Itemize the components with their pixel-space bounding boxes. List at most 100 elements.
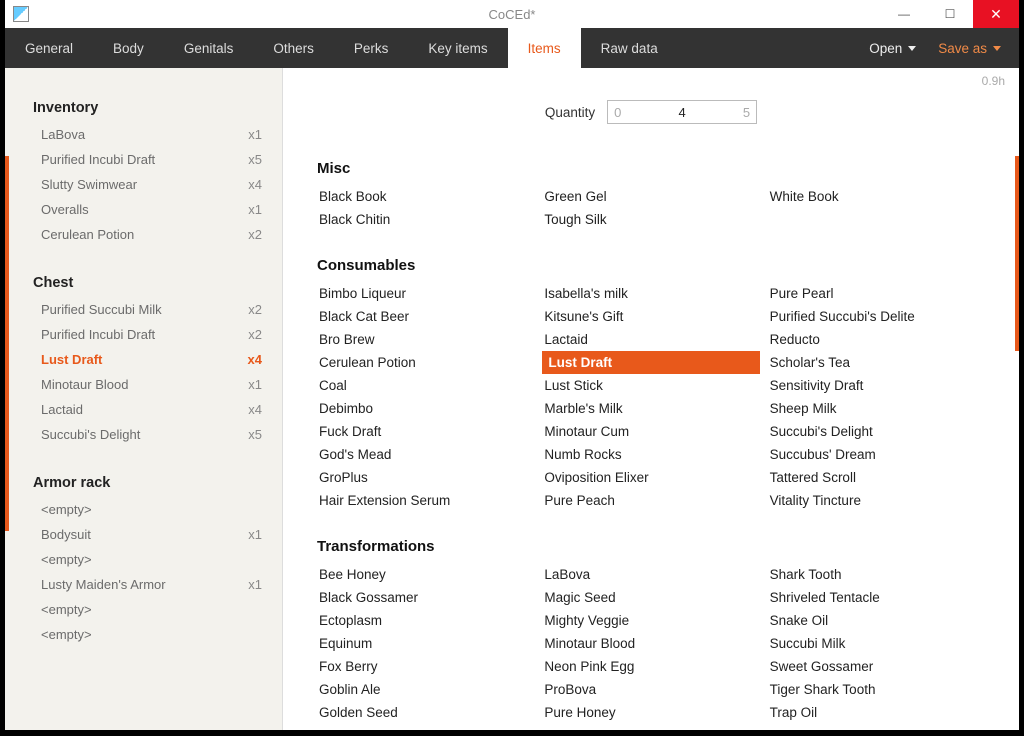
tab-general[interactable]: General — [5, 28, 93, 68]
sidebar-item[interactable]: Minotaur Bloodx1 — [5, 372, 282, 397]
item-option[interactable]: Succubi Milk — [768, 632, 985, 655]
tab-key-items[interactable]: Key items — [408, 28, 507, 68]
item-option[interactable]: Equinum — [317, 632, 534, 655]
item-option[interactable]: Lust Draft — [542, 351, 759, 374]
item-option[interactable]: Lactaid — [542, 328, 759, 351]
item-option[interactable]: Pure Peach — [542, 489, 759, 512]
item-option[interactable]: Black Cat Beer — [317, 305, 534, 328]
item-option[interactable]: Succubus' Dream — [768, 443, 985, 466]
sidebar-item[interactable]: <empty> — [5, 497, 282, 522]
item-option[interactable]: Hair Extension Serum — [317, 489, 534, 512]
quantity-label: Quantity — [545, 105, 595, 120]
window-title: CoCEd* — [5, 7, 1019, 22]
sidebar-item-label: Cerulean Potion — [41, 227, 134, 242]
item-option[interactable]: Goblin Ale — [317, 678, 534, 701]
sidebar-item[interactable]: LaBova x1 — [5, 122, 282, 147]
item-option[interactable]: Neon Pink Egg — [542, 655, 759, 678]
item-option[interactable]: Debimbo — [317, 397, 534, 420]
sidebar-item[interactable]: Bodysuitx1 — [5, 522, 282, 547]
item-option[interactable]: Purified Succubi's Delite — [768, 305, 985, 328]
item-option[interactable]: Sensitivity Draft — [768, 374, 985, 397]
item-option[interactable]: Scholar's Tea — [768, 351, 985, 374]
item-option[interactable]: Sweet Gossamer — [768, 655, 985, 678]
item-option[interactable]: Sheep Milk — [768, 397, 985, 420]
item-option[interactable]: Bimbo Liqueur — [317, 282, 534, 305]
item-option[interactable]: Green Gel — [542, 185, 759, 208]
open-menu[interactable]: Open — [869, 41, 916, 56]
sidebar-item[interactable]: Lactaidx4 — [5, 397, 282, 422]
item-option[interactable]: Cerulean Potion — [317, 351, 534, 374]
sidebar-section-inventory: Inventory — [5, 94, 282, 122]
item-option[interactable]: Black Gossamer — [317, 586, 534, 609]
item-option[interactable]: Minotaur Blood — [542, 632, 759, 655]
item-option[interactable]: Lust Stick — [542, 374, 759, 397]
sidebar-item[interactable]: Purified Incubi Draftx2 — [5, 322, 282, 347]
item-option[interactable]: Magic Seed — [542, 586, 759, 609]
sidebar-item[interactable]: <empty> — [5, 622, 282, 647]
item-option[interactable]: Succubi's Delight — [768, 420, 985, 443]
tab-items[interactable]: Items — [508, 28, 581, 68]
item-option[interactable]: Minotaur Cum — [542, 420, 759, 443]
item-option[interactable]: Snake Oil — [768, 609, 985, 632]
item-option[interactable]: Shriveled Tentacle — [768, 586, 985, 609]
sidebar-item[interactable]: Succubi's Delightx5 — [5, 422, 282, 447]
tab-perks[interactable]: Perks — [334, 28, 409, 68]
item-option[interactable]: LaBova — [542, 563, 759, 586]
sidebar-item-qty: x4 — [248, 177, 262, 192]
item-option[interactable]: Tiger Shark Tooth — [768, 678, 985, 701]
item-option[interactable]: God's Mead — [317, 443, 534, 466]
item-option[interactable]: Fuck Draft — [317, 420, 534, 443]
item-option[interactable]: Trap Oil — [768, 701, 985, 724]
sidebar-item[interactable]: Cerulean Potionx2 — [5, 222, 282, 247]
item-option[interactable]: Bro Brew — [317, 328, 534, 351]
sidebar-item[interactable]: Purified Succubi Milkx2 — [5, 297, 282, 322]
item-option[interactable]: Golden Seed — [317, 701, 534, 724]
sidebar-item-qty: x1 — [248, 127, 262, 142]
maximize-button[interactable]: ☐ — [927, 0, 973, 28]
item-option[interactable]: Coal — [317, 374, 534, 397]
item-option[interactable]: Mighty Veggie — [542, 609, 759, 632]
saveas-menu[interactable]: Save as — [938, 41, 1001, 56]
tab-body[interactable]: Body — [93, 28, 164, 68]
item-option[interactable]: White Book — [768, 185, 985, 208]
item-option[interactable]: Reducto — [768, 328, 985, 351]
sidebar-item[interactable]: Slutty Swimwearx4 — [5, 172, 282, 197]
item-option[interactable]: Marble's Milk — [542, 397, 759, 420]
sidebar-item-label: Purified Succubi Milk — [41, 302, 162, 317]
sidebar-item-qty: x4 — [248, 352, 262, 367]
item-option[interactable]: Pure Pearl — [768, 282, 985, 305]
sidebar-item-label: LaBova — [41, 127, 85, 142]
tab-others[interactable]: Others — [253, 28, 334, 68]
tab-raw-data[interactable]: Raw data — [581, 28, 678, 68]
quantity-max: 5 — [743, 105, 750, 120]
sidebar-item[interactable]: Lusty Maiden's Armorx1 — [5, 572, 282, 597]
item-option[interactable]: Tattered Scroll — [768, 466, 985, 489]
item-option[interactable]: Isabella's milk — [542, 282, 759, 305]
sidebar-item[interactable]: Lust Draftx4 — [5, 347, 282, 372]
item-option[interactable]: Kitsune's Gift — [542, 305, 759, 328]
sidebar-item[interactable]: <empty> — [5, 597, 282, 622]
item-option[interactable]: Fox Berry — [317, 655, 534, 678]
item-option[interactable]: Black Chitin — [317, 208, 534, 231]
item-option[interactable]: Shark Tooth — [768, 563, 985, 586]
quantity-input[interactable]: 0 4 5 — [607, 100, 757, 124]
item-option[interactable]: ProBova — [542, 678, 759, 701]
item-option[interactable]: Numb Rocks — [542, 443, 759, 466]
item-option[interactable]: Ectoplasm — [317, 609, 534, 632]
sidebar-item[interactable]: <empty> — [5, 547, 282, 572]
sidebar-item[interactable]: Purified Incubi Draftx5 — [5, 147, 282, 172]
item-option[interactable]: GroPlus — [317, 466, 534, 489]
main-nav: GeneralBodyGenitalsOthersPerksKey itemsI… — [5, 28, 1019, 68]
item-option[interactable]: Pure Honey — [542, 701, 759, 724]
close-button[interactable]: ✕ — [973, 0, 1019, 28]
item-option[interactable]: Tough Silk — [542, 208, 759, 231]
item-option[interactable]: Black Book — [317, 185, 534, 208]
item-option[interactable]: Oviposition Elixer — [542, 466, 759, 489]
minimize-button[interactable]: — — [881, 0, 927, 28]
scroll-indicator-left — [5, 156, 9, 531]
sidebar-item[interactable]: Overallsx1 — [5, 197, 282, 222]
tab-genitals[interactable]: Genitals — [164, 28, 254, 68]
item-option[interactable]: Vitality Tincture — [768, 489, 985, 512]
item-option[interactable]: Bee Honey — [317, 563, 534, 586]
sidebar-item-label: Minotaur Blood — [41, 377, 128, 392]
